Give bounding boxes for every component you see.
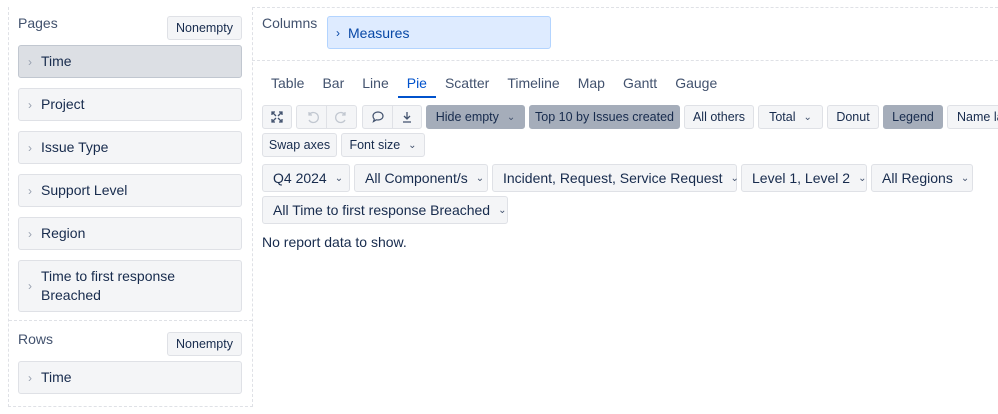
filter-issue-type[interactable]: Incident, Request, Service Request ⌄ — [492, 164, 739, 192]
expand-icon — [271, 111, 283, 123]
filter-component[interactable]: All Component/s ⌄ — [354, 164, 488, 192]
redo-button[interactable] — [326, 105, 357, 129]
tab-scatter[interactable]: Scatter — [436, 70, 498, 98]
empty-state-message: No report data to show. — [262, 234, 407, 250]
filter-support-level[interactable]: Level 1, Level 2 ⌄ — [741, 164, 867, 192]
total-button[interactable]: Total ⌄ — [758, 105, 823, 129]
tab-pie[interactable]: Pie — [397, 70, 436, 98]
chevron-right-icon: › — [28, 226, 32, 241]
fullscreen-button[interactable] — [262, 105, 292, 129]
rows-item-time[interactable]: › Time — [18, 361, 242, 394]
tab-gauge[interactable]: Gauge — [666, 70, 726, 98]
columns-item-label: Measures — [348, 24, 410, 41]
rows-title: Rows — [18, 331, 54, 347]
pages-item-issue-type[interactable]: › Issue Type — [18, 131, 242, 164]
donut-button[interactable]: Donut — [827, 105, 879, 129]
filter-time-label: Q4 2024 — [273, 170, 327, 186]
top10-button[interactable]: Top 10 by Issues created — [529, 105, 680, 129]
legend-button[interactable]: Legend — [883, 105, 943, 129]
pages-title: Pages — [18, 15, 58, 31]
all-others-button[interactable]: All others — [684, 105, 754, 129]
export-button[interactable] — [392, 105, 422, 129]
pages-item-region[interactable]: › Region — [18, 217, 242, 250]
swap-axes-button[interactable]: Swap axes — [262, 133, 337, 157]
name-labels-button[interactable]: Name la — [947, 105, 998, 129]
tab-map[interactable]: Map — [569, 70, 614, 98]
pages-item-label: Support Level — [41, 182, 128, 198]
download-icon — [403, 112, 411, 123]
chevron-down-icon: ⌄ — [475, 172, 485, 184]
filter-support-level-label: Level 1, Level 2 — [752, 170, 851, 186]
pages-item-label: Region — [41, 225, 86, 241]
chevron-right-icon: › — [28, 54, 32, 69]
chevron-right-icon: › — [28, 140, 32, 155]
chevron-right-icon: › — [28, 370, 32, 385]
chart-type-tabs: Table Bar Line Pie Scatter Timeline Map … — [262, 70, 726, 98]
filter-region[interactable]: All Regions ⌄ — [871, 164, 973, 192]
filter-component-label: All Component/s — [365, 170, 468, 186]
chevron-right-icon: › — [28, 279, 32, 293]
chevron-down-icon: ⌄ — [730, 172, 739, 184]
tab-table[interactable]: Table — [262, 70, 313, 98]
pages-nonempty-button[interactable]: Nonempty — [167, 16, 242, 40]
comment-button[interactable] — [362, 105, 392, 129]
pages-item-time-to-first-response-breached[interactable]: › Time to first response Breached — [18, 260, 242, 312]
pages-item-time[interactable]: › Time — [18, 45, 242, 78]
filter-time-to-first-response-breached[interactable]: All Time to first response Breached ⌄ — [262, 196, 508, 224]
redo-icon — [334, 111, 346, 124]
tab-timeline[interactable]: Timeline — [498, 70, 568, 98]
chevron-down-icon: ⌄ — [803, 111, 812, 123]
chevron-right-icon: › — [336, 25, 340, 40]
undo-icon — [307, 111, 319, 124]
font-size-button[interactable]: Font size ⌄ — [341, 133, 425, 157]
pages-item-label: Time to first response Breached — [41, 268, 176, 303]
pages-item-label: Project — [41, 96, 85, 112]
chevron-down-icon: ⌄ — [960, 172, 970, 184]
filter-time[interactable]: Q4 2024 ⌄ — [262, 164, 350, 192]
chevron-down-icon: ⌄ — [858, 172, 867, 184]
rows-item-label: Time — [41, 369, 72, 385]
chevron-down-icon: ⌄ — [334, 172, 344, 184]
section-divider — [9, 320, 252, 321]
font-size-label: Font size — [349, 138, 401, 152]
pages-item-label: Issue Type — [41, 139, 109, 155]
filter-breached-label: All Time to first response Breached — [273, 202, 491, 218]
filter-issue-type-label: Incident, Request, Service Request — [503, 170, 723, 186]
hide-empty-button[interactable]: Hide empty ⌄ — [426, 105, 525, 129]
hide-empty-label: Hide empty — [435, 110, 499, 124]
pages-item-label: Time — [41, 53, 72, 69]
pages-item-project[interactable]: › Project — [18, 88, 242, 121]
tab-line[interactable]: Line — [353, 70, 397, 98]
columns-item-measures[interactable]: › Measures — [327, 16, 551, 49]
comment-icon — [371, 111, 384, 123]
columns-title: Columns — [262, 15, 318, 31]
columns-area-border — [252, 7, 998, 8]
chart-area-border — [252, 60, 998, 61]
chevron-down-icon: ⌄ — [498, 204, 507, 216]
chevron-down-icon: ⌄ — [408, 139, 417, 151]
total-label: Total — [769, 110, 796, 124]
chevron-right-icon: › — [28, 97, 32, 112]
filter-region-label: All Regions — [882, 170, 953, 186]
tab-bar[interactable]: Bar — [313, 70, 353, 98]
pages-item-support-level[interactable]: › Support Level — [18, 174, 242, 207]
chevron-down-icon: ⌄ — [506, 111, 516, 123]
rows-nonempty-button[interactable]: Nonempty — [167, 332, 242, 356]
tab-gantt[interactable]: Gantt — [614, 70, 666, 98]
chevron-right-icon: › — [28, 183, 32, 198]
undo-button[interactable] — [296, 105, 326, 129]
